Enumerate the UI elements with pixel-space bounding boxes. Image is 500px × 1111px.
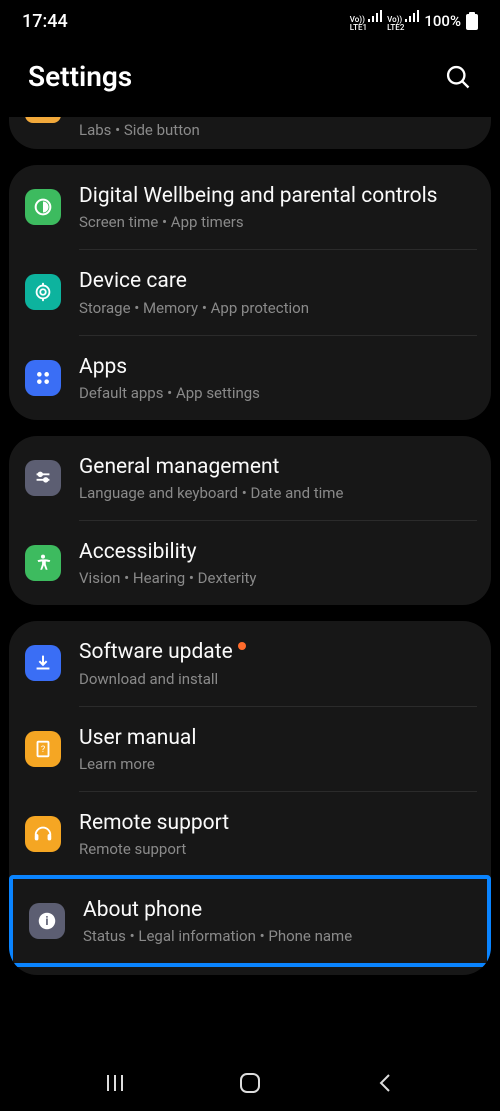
battery-icon — [466, 12, 478, 30]
settings-card-partial: Labs • Side button — [9, 117, 491, 149]
device-care-icon — [25, 274, 61, 310]
general-icon — [25, 460, 61, 496]
wellbeing-icon — [25, 189, 61, 225]
item-title: Accessibility — [79, 539, 475, 565]
item-title: User manual — [79, 725, 475, 751]
item-sub: Storage • Memory • App protection — [79, 299, 475, 317]
signal-1: Vo)) LTE1 — [350, 10, 382, 32]
battery-text: 100% — [424, 12, 461, 30]
accessibility-icon — [25, 545, 61, 581]
settings-card-3: Software update Download and install ? U… — [9, 621, 491, 975]
item-title: General management — [79, 454, 475, 480]
update-badge — [238, 642, 246, 650]
settings-item-wellbeing[interactable]: Digital Wellbeing and parental controls … — [9, 165, 491, 249]
item-title: Apps — [79, 354, 475, 380]
page-title: Settings — [28, 60, 132, 93]
item-sub: Learn more — [79, 755, 475, 773]
apps-icon — [25, 360, 61, 396]
item-title: Remote support — [79, 810, 475, 836]
item-title: About phone — [83, 897, 471, 923]
status-indicators: Vo)) LTE1 Vo)) LTE2 100% — [350, 10, 478, 32]
item-title: Software update — [79, 639, 475, 665]
user-manual-icon: ? — [25, 731, 61, 767]
settings-item-remote-support[interactable]: Remote support Remote support — [9, 792, 491, 876]
settings-item-about-phone[interactable]: i About phone Status • Legal information… — [13, 879, 487, 963]
labs-icon — [25, 117, 61, 123]
item-title: Device care — [79, 268, 475, 294]
signal-2: Vo)) LTE2 — [387, 10, 419, 32]
signal-icon — [405, 10, 419, 22]
settings-item-apps[interactable]: Apps Default apps • App settings — [9, 336, 491, 420]
settings-item-labs[interactable]: Labs • Side button — [9, 117, 491, 149]
settings-item-software-update[interactable]: Software update Download and install — [9, 621, 491, 705]
navigation-bar — [0, 1055, 500, 1111]
header: Settings — [0, 42, 500, 117]
settings-item-user-manual[interactable]: ? User manual Learn more — [9, 707, 491, 791]
settings-item-general[interactable]: General management Language and keyboard… — [9, 436, 491, 520]
status-bar: 17:44 Vo)) LTE1 Vo)) LTE2 100% — [0, 0, 500, 42]
item-sub: Remote support — [79, 840, 475, 858]
software-update-icon — [25, 645, 61, 681]
remote-support-icon — [25, 816, 61, 852]
back-button[interactable] — [372, 1070, 398, 1096]
item-title: Digital Wellbeing and parental controls — [79, 183, 475, 209]
svg-text:?: ? — [41, 744, 45, 754]
about-phone-icon: i — [29, 903, 65, 939]
home-button[interactable] — [237, 1070, 263, 1096]
status-time: 17:44 — [22, 11, 68, 32]
highlight-about-phone: i About phone Status • Legal information… — [9, 875, 491, 967]
settings-item-accessibility[interactable]: Accessibility Vision • Hearing • Dexteri… — [9, 521, 491, 605]
item-sub: Vision • Hearing • Dexterity — [79, 569, 475, 587]
recents-button[interactable] — [102, 1070, 128, 1096]
item-sub: Download and install — [79, 670, 475, 688]
item-sub: Screen time • App timers — [79, 213, 475, 231]
settings-item-device-care[interactable]: Device care Storage • Memory • App prote… — [9, 250, 491, 334]
settings-card-1: Digital Wellbeing and parental controls … — [9, 165, 491, 420]
search-icon[interactable] — [444, 63, 472, 91]
item-sub: Default apps • App settings — [79, 384, 475, 402]
item-sub: Labs • Side button — [79, 121, 475, 139]
signal-icon — [368, 10, 382, 22]
settings-card-2: General management Language and keyboard… — [9, 436, 491, 606]
item-sub: Language and keyboard • Date and time — [79, 484, 475, 502]
item-sub: Status • Legal information • Phone name — [83, 927, 471, 945]
svg-text:i: i — [45, 914, 48, 928]
